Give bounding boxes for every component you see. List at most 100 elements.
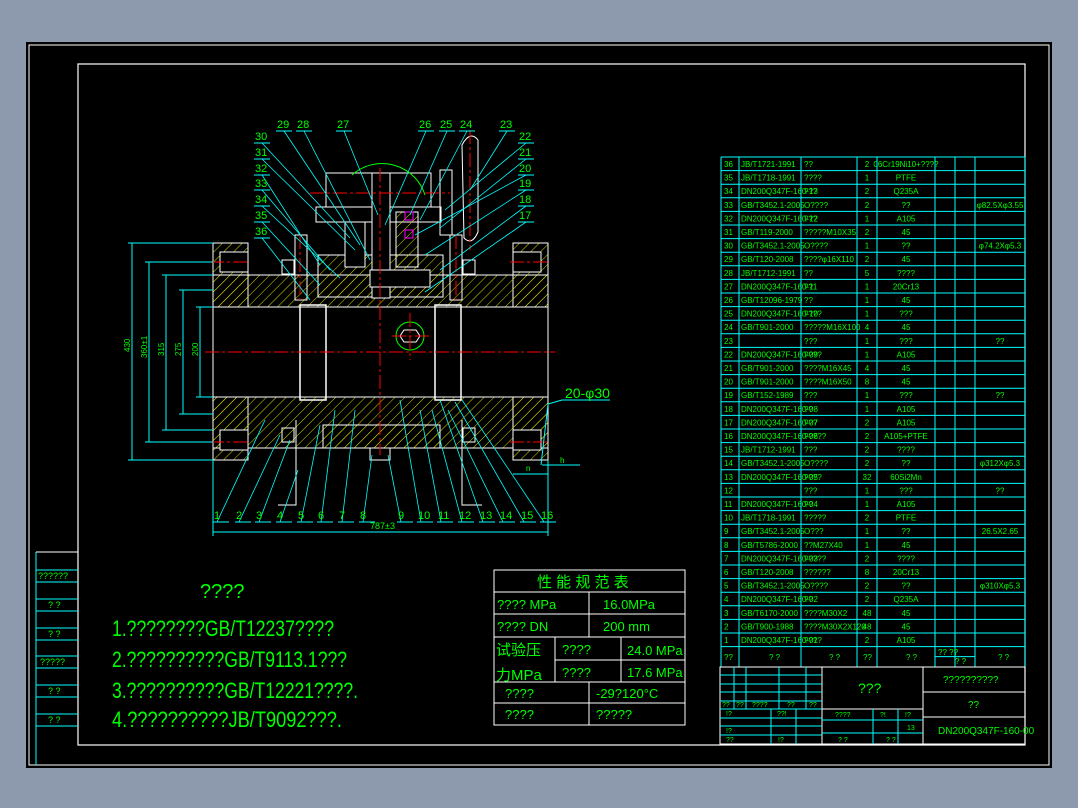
parts-cell: JB/T1718-1991 [741, 174, 796, 183]
parts-cell: Q235A [894, 187, 920, 196]
parts-cell: 3 [724, 609, 729, 618]
title-cell: !? [726, 711, 732, 718]
title-cell: ?? [736, 702, 744, 709]
parts-cell: ???? [804, 350, 822, 359]
spec-label: ???? [562, 665, 591, 680]
parts-cell: ?? [804, 296, 813, 305]
callout-number: 31 [255, 147, 267, 159]
callout-number: 11 [438, 510, 449, 522]
callout-number: 20 [519, 163, 531, 175]
parts-cell: ?? [804, 595, 813, 604]
side-strip-label: ? ? [48, 600, 61, 610]
dimension-label: 200 [191, 342, 200, 356]
callout-number: 22 [519, 131, 531, 143]
dimension-label: 275 [174, 342, 183, 356]
parts-cell: 45 [902, 323, 911, 332]
callout-number: 18 [519, 194, 531, 206]
parts-cell: 15 [724, 446, 733, 455]
callout-leader [258, 439, 291, 523]
parts-cell: 16 [724, 432, 733, 441]
drawing-name: ??? [858, 680, 882, 696]
parts-cell: 36 [724, 160, 733, 169]
parts-cell: ????φ16X110 [804, 255, 855, 264]
note-line: 1.????????GB/T12237???? [112, 616, 334, 641]
parts-cell: 1 [865, 391, 870, 400]
parts-cell: 1 [865, 310, 870, 319]
parts-cell: ???? [804, 636, 822, 645]
parts-cell: 1 [865, 527, 870, 536]
parts-cell: 1 [865, 296, 870, 305]
parts-cell: JB/T1712-1991 [741, 446, 796, 455]
parts-cell: 2 [865, 554, 870, 563]
title-cell: ? ? [838, 737, 848, 744]
parts-cell: 35 [724, 174, 733, 183]
callout-number: 13 [480, 510, 492, 522]
parts-cell: ?? [804, 269, 813, 278]
callout-number: 23 [500, 119, 512, 131]
parts-cell: 1 [865, 174, 870, 183]
parts-cell: 14 [724, 459, 733, 468]
side-strip-label: ? ? [48, 715, 61, 725]
parts-cell: ?? [996, 391, 1005, 400]
parts-cell: 1 [865, 500, 870, 509]
parts-cell: ????? [804, 514, 827, 523]
callout-number: 3 [256, 510, 262, 522]
parts-list: 36 JB/T1721-1991?? 2 06Cr19Ni10+????35 JB/T1… [720, 156, 1026, 667]
callout-number: 6 [318, 510, 324, 522]
parts-cell: ??? [804, 418, 818, 427]
spec-value: ????? [596, 707, 632, 722]
parts-cell: 48 [863, 609, 872, 618]
callout-number: 1 [214, 510, 220, 522]
parts-cell: 22 [724, 350, 733, 359]
parts-cell: ????M16X50 [804, 378, 852, 387]
parts-cell: 1 [865, 350, 870, 359]
parts-cell: φ82.5Xφ3.55 [977, 201, 1024, 210]
parts-cell: Q235A [894, 595, 920, 604]
parts-cell: 20Cr13 [893, 282, 920, 291]
callout-number: 27 [337, 119, 349, 131]
parts-header-cell: ? ? [955, 657, 967, 666]
note-line: 3.??????????GB/T12221????. [112, 678, 358, 703]
parts-cell: 2 [865, 582, 870, 591]
parts-cell: 45 [902, 378, 911, 387]
parts-cell: 32 [724, 214, 733, 223]
title-cell: ?? [809, 702, 817, 709]
parts-cell: 4 [724, 595, 729, 604]
parts-cell: 06Cr19Ni10+???? [873, 160, 939, 169]
parts-cell: ??? [899, 337, 913, 346]
parts-cell: 2 [724, 622, 729, 631]
dimension-label: 315 [157, 342, 166, 356]
parts-cell: 45 [902, 364, 911, 373]
parts-cell: 1 [865, 337, 870, 346]
parts-cell: 45 [902, 255, 911, 264]
parts-cell: φ312Xφ5.3 [980, 459, 1021, 468]
spec-label: ???? [562, 642, 591, 657]
parts-cell: ????? [804, 432, 827, 441]
callout-number: 29 [277, 119, 289, 131]
parts-cell: GB/T901-2000 [741, 364, 794, 373]
callout-number: 24 [460, 119, 472, 131]
parts-cell: ?????M10X35 [804, 228, 857, 237]
callout-number: 9 [398, 510, 404, 522]
parts-cell: GB/T6170-2000 [741, 609, 798, 618]
callout-number: 12 [459, 510, 471, 522]
parts-cell: 18 [724, 405, 733, 414]
parts-cell: ???? [897, 446, 915, 455]
notes-title: ???? [200, 581, 245, 603]
parts-cell: 2 [865, 228, 870, 237]
spec-label: ???? DN [497, 619, 548, 634]
parts-cell: 13 [724, 473, 733, 482]
parts-cell: 2 [865, 187, 870, 196]
callout-number: 17 [519, 210, 531, 222]
parts-cell: 8 [865, 378, 870, 387]
parts-cell: 5 [865, 269, 870, 278]
parts-cell: O???? [804, 242, 829, 251]
callout-number: 32 [255, 163, 267, 175]
company-name: ?????????? [943, 675, 999, 686]
callout-number: 36 [255, 226, 267, 238]
parts-cell: 8 [724, 541, 729, 550]
callout-number: 7 [339, 510, 345, 522]
parts-cell: ??? [899, 391, 913, 400]
callout-number: 16 [541, 510, 553, 522]
parts-cell: 27 [724, 282, 733, 291]
